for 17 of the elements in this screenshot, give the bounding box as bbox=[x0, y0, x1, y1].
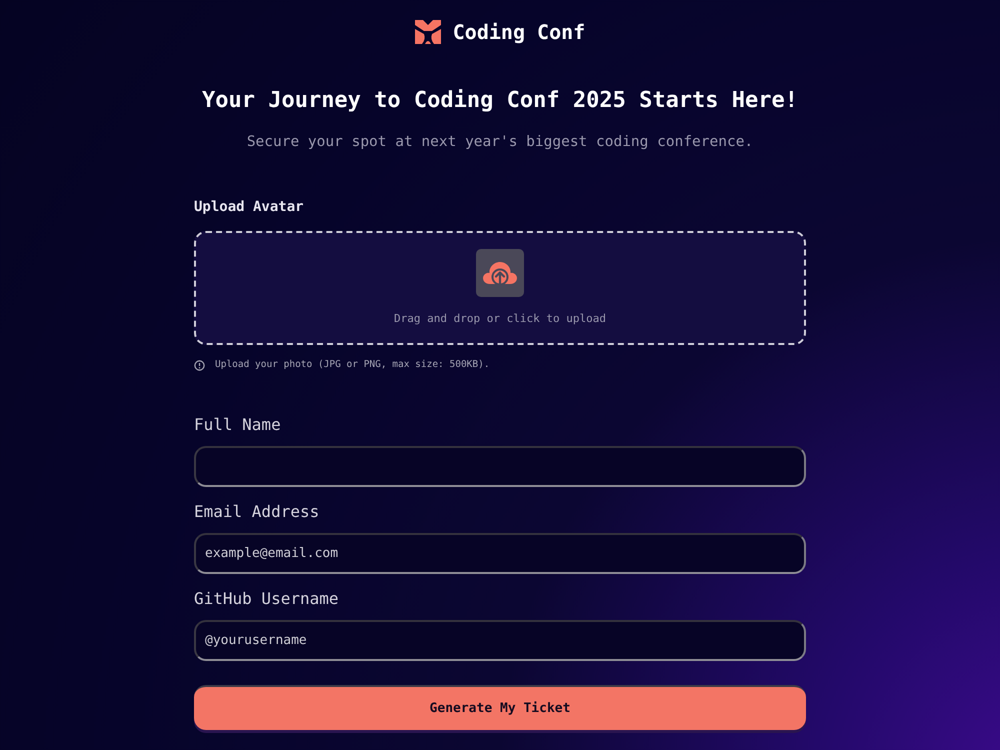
logo-icon bbox=[414, 20, 441, 44]
text-field[interactable]: @yourusername bbox=[194, 620, 806, 661]
upload-hint: Upload your photo (JPG or PNG, max size: 500KB). bbox=[215, 358, 490, 372]
field-label: Email Address bbox=[194, 501, 320, 523]
upload-dropzone[interactable]: Drag and drop or click to upload bbox=[194, 231, 806, 345]
field-label: Full Name bbox=[194, 414, 281, 436]
upload-label: Upload Avatar bbox=[194, 198, 304, 217]
text-field[interactable] bbox=[194, 446, 806, 487]
page-title: Your Journey to Coding Conf 2025 Starts Here! bbox=[202, 88, 798, 114]
page-subtitle: Secure your spot at next year's biggest coding conference. bbox=[246, 133, 754, 152]
info-icon bbox=[194, 360, 205, 370]
logo-text: Coding Conf bbox=[452, 19, 586, 46]
dropzone-text: Drag and drop or click to upload bbox=[394, 312, 606, 326]
cloud-upload-icon bbox=[476, 249, 524, 297]
generate-ticket-button[interactable]: Generate My Ticket bbox=[194, 685, 806, 730]
field-label: GitHub Username bbox=[194, 588, 338, 610]
text-field[interactable]: example@email.com bbox=[194, 533, 806, 574]
